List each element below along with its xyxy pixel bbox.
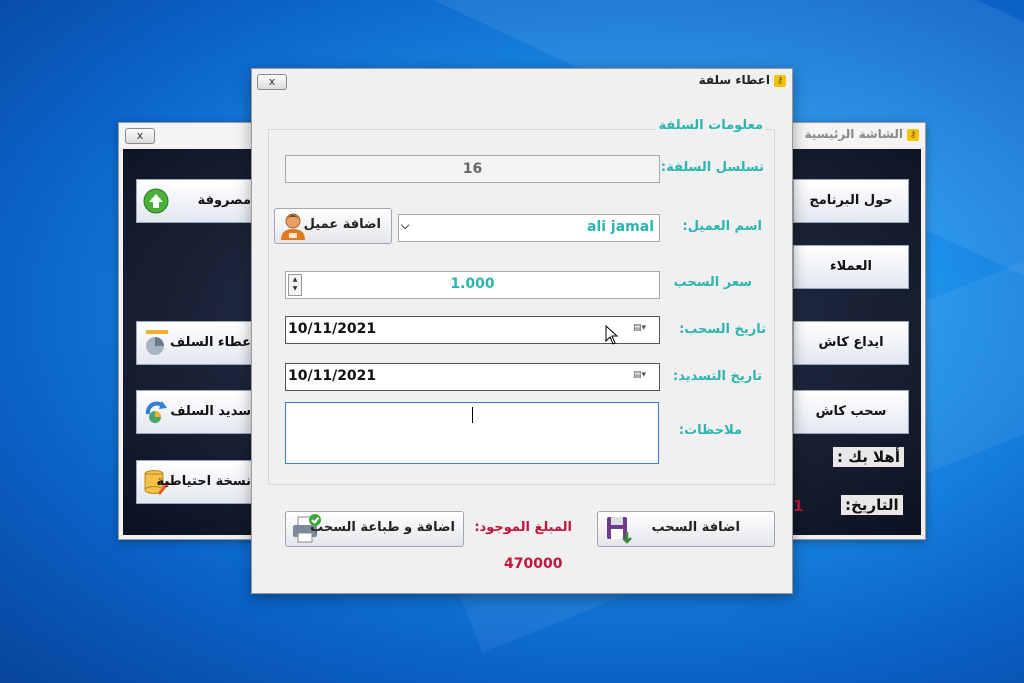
withdraw-date-picker[interactable]: 10/11/2021 ▤▾: [285, 316, 660, 344]
refresh-chart-icon: [145, 401, 167, 423]
repay-loan-button-label: سديد السلف: [170, 404, 251, 419]
save-icon: [607, 517, 632, 544]
balance-label: المبلغ الموجود:: [474, 520, 572, 535]
withdraw-cash-button[interactable]: سحب كاش: [793, 390, 909, 434]
dialog-title-text: اعطاء سلفة: [698, 73, 770, 87]
about-program-button[interactable]: حول البرنامج: [793, 179, 909, 223]
clients-button[interactable]: العملاء: [793, 245, 909, 289]
serial-field: 16: [285, 155, 660, 183]
loan-info-group-title: معلومات السلفة: [655, 118, 766, 133]
key-icon: ⚷: [774, 74, 786, 87]
expenses-button[interactable]: مصروفة: [136, 179, 252, 223]
backup-button[interactable]: نسخة احتياطية: [136, 460, 252, 504]
add-client-button[interactable]: اضافة عميل: [274, 208, 392, 244]
backup-button-label: نسخة احتياطية: [156, 474, 251, 489]
key-icon: ⚷: [907, 128, 919, 141]
main-window-title: ⚷ الشاشة الرئيسية: [805, 127, 919, 141]
date-label: التاريخ:: [841, 495, 903, 515]
main-window-title-text: الشاشة الرئيسية: [804, 127, 903, 141]
dialog-titlebar: x ⚷ اعطاء سلفة: [252, 69, 792, 93]
repay-date-picker[interactable]: 10/11/2021 ▤▾: [285, 363, 660, 391]
dialog-close-button[interactable]: x: [257, 74, 287, 90]
withdraw-rate-label: سعر السحب: [673, 275, 752, 290]
repay-date-label: تاريخ التسديد:: [673, 369, 762, 384]
add-client-button-label: اضافة عميل: [303, 217, 381, 232]
give-loan-button[interactable]: عطاء السلف: [136, 321, 252, 365]
client-name-label: اسم العميل:: [682, 219, 762, 234]
client-name-value: ali jamal: [587, 219, 654, 235]
main-window-close-button[interactable]: x: [125, 128, 155, 144]
withdraw-rate-value: 1.000: [450, 276, 495, 292]
dialog-title: ⚷ اعطاء سلفة: [699, 73, 786, 87]
calendar-dropdown-icon[interactable]: ▤▾: [633, 323, 655, 335]
repay-date-value: 10/11/2021: [288, 368, 377, 384]
repay-loan-button[interactable]: سديد السلف: [136, 390, 252, 434]
withdraw-date-label: تاريخ السحب:: [679, 322, 766, 337]
chevron-down-icon: ⌵: [401, 219, 410, 232]
arrow-up-icon: [143, 188, 169, 214]
welcome-label: أهلا بك :: [833, 447, 904, 467]
withdraw-rate-stepper[interactable]: ▲ ▼ 1.000: [285, 271, 660, 299]
pie-chart-icon: [146, 330, 168, 355]
give-loan-dialog: x ⚷ اعطاء سلفة معلومات السلفة تسلسل السلف…: [251, 68, 793, 594]
date-value-partial: 1: [793, 497, 804, 515]
give-loan-button-label: عطاء السلف: [170, 335, 251, 350]
withdraw-date-value: 10/11/2021: [288, 321, 377, 337]
expenses-button-label: مصروفة: [197, 193, 251, 208]
add-withdraw-button-label: اضافة السحب: [651, 520, 740, 535]
add-and-print-button[interactable]: اضافة و طباعة السحب: [285, 511, 464, 547]
notes-textarea[interactable]: [285, 402, 659, 464]
add-and-print-button-label: اضافة و طباعة السحب: [310, 520, 455, 535]
balance-value: 470000: [504, 556, 563, 572]
serial-label: تسلسل السلفة:: [660, 160, 764, 175]
notes-label: ملاحظات:: [678, 423, 742, 438]
mouse-cursor-icon: [605, 325, 619, 345]
text-caret: [472, 407, 473, 423]
client-name-combobox[interactable]: ⌵ ali jamal: [398, 214, 660, 242]
deposit-cash-button[interactable]: ايداع كاش: [793, 321, 909, 365]
calendar-dropdown-icon[interactable]: ▤▾: [633, 370, 655, 382]
add-withdraw-button[interactable]: اضافة السحب: [597, 511, 775, 547]
